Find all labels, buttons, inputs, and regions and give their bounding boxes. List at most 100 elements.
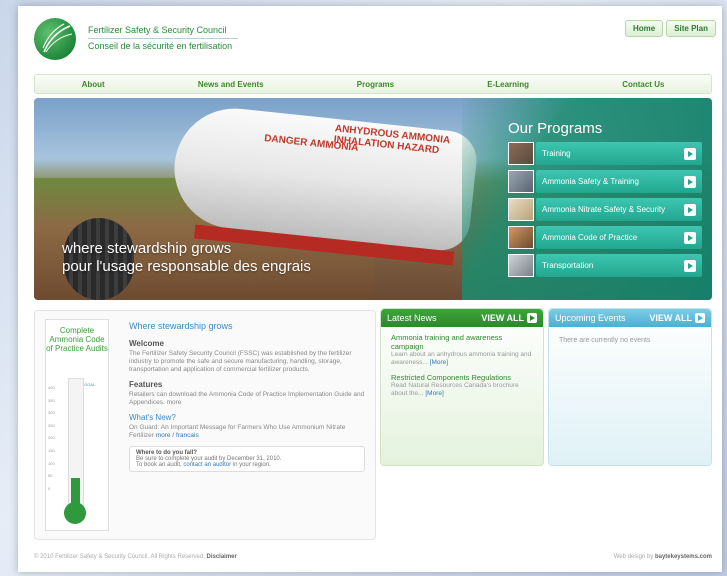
program-ammonia-safety-button[interactable]: Ammonia Safety & Training xyxy=(536,170,702,193)
arrow-right-icon xyxy=(684,231,696,244)
welcome-panel: Complete Ammonia Code of Practice Audits… xyxy=(34,310,376,540)
program-training-button[interactable]: Training xyxy=(536,142,702,165)
features-more-link[interactable]: more xyxy=(167,399,182,406)
worker-photo xyxy=(508,226,534,249)
news-view-all-button[interactable]: VIEW ALL xyxy=(481,313,537,323)
tick-label: 200 xyxy=(48,435,55,441)
news-more-link[interactable]: [More] xyxy=(425,390,443,397)
news-more-link[interactable]: [More] xyxy=(430,359,448,366)
welcome-heading: Where stewardship grows xyxy=(129,321,233,331)
tick-label: 400 xyxy=(48,385,55,390)
footer-right: Web design by baytekeystems.com xyxy=(614,554,712,560)
fssc-logo[interactable] xyxy=(34,18,76,60)
features-title: Features xyxy=(129,380,163,389)
arrow-right-icon xyxy=(695,313,705,323)
program-training[interactable]: Training xyxy=(508,142,702,165)
nav-item-about[interactable]: About xyxy=(82,80,105,89)
upcoming-events-panel: Upcoming Events VIEW ALL There are curre… xyxy=(548,308,712,466)
welcome-body: The Fertilizer Safety Security Council (… xyxy=(129,350,352,373)
welcome-title: Welcome xyxy=(129,339,164,348)
program-label: Training xyxy=(542,149,571,158)
events-view-all-button[interactable]: VIEW ALL xyxy=(649,313,705,323)
program-transportation[interactable]: Transportation xyxy=(508,254,702,277)
main-nav: About News and Events Programs E-Learnin… xyxy=(34,74,712,94)
page: Fertilizer Safety & Security Council Con… xyxy=(18,6,722,572)
view-all-label: VIEW ALL xyxy=(481,313,524,323)
nav-item-programs[interactable]: Programs xyxy=(357,80,394,89)
news-item-title[interactable]: Ammonia training and awareness campaign xyxy=(391,333,533,351)
home-button[interactable]: Home xyxy=(624,20,664,37)
ammonia-truck-photo xyxy=(508,170,534,193)
brand-name-en: Fertilizer Safety & Security Council xyxy=(88,25,227,35)
whats-new-body: On Guard: An Important Message for Farme… xyxy=(129,424,365,440)
footer-left: © 2010 Fertilizer Safety & Security Coun… xyxy=(34,554,237,560)
news-item-text: Read Natural Resources Canada's brochure… xyxy=(391,382,533,398)
arrow-right-icon xyxy=(684,175,696,188)
tick-label: 300 xyxy=(48,410,55,416)
contact-auditor-link[interactable]: contact an auditor xyxy=(183,462,231,468)
news-item-summary: Read Natural Resources Canada's brochure… xyxy=(391,382,519,397)
program-ammonia-safety[interactable]: Ammonia Safety & Training xyxy=(508,170,702,193)
nitrate-bags-photo xyxy=(508,198,534,221)
brand-name-fr: Conseil de la sécurité en fertilisation xyxy=(88,38,238,52)
programs-title: Our Programs xyxy=(508,120,603,137)
tick-label: 50 xyxy=(48,473,53,479)
top-links: Home Site Plan xyxy=(624,20,716,37)
program-transportation-button[interactable]: Transportation xyxy=(536,254,702,277)
tick-label: 250 xyxy=(48,422,55,428)
arrow-right-icon xyxy=(684,147,696,160)
thermometer-label: Complete Ammonia Code of Practice Audits xyxy=(46,326,108,353)
tick-label: 150 xyxy=(48,447,55,453)
nav-item-contact-us[interactable]: Contact Us xyxy=(622,80,664,89)
designer-link[interactable]: baytekeystems.com xyxy=(655,554,712,560)
upcoming-events-title: Upcoming Events xyxy=(555,313,626,323)
program-code-of-practice[interactable]: Ammonia Code of Practice xyxy=(508,226,702,249)
latest-news-title: Latest News xyxy=(387,313,437,323)
latest-news-header: Latest News VIEW ALL xyxy=(381,309,543,327)
nav-item-e-learning[interactable]: E-Learning xyxy=(487,80,529,89)
program-code-of-practice-button[interactable]: Ammonia Code of Practice xyxy=(536,226,702,249)
program-label: Ammonia Code of Practice xyxy=(542,233,638,242)
programs-list: Training Ammonia Safety & Training Ammon… xyxy=(508,142,702,282)
tick-label: 350 xyxy=(48,397,55,403)
thermometer-bulb xyxy=(64,502,86,524)
news-item-text: Learn about an anhydrous ammonia trainin… xyxy=(391,351,533,367)
features-text: Retailers can download the Ammonia Code … xyxy=(129,391,365,406)
no-events-message: There are currently no events xyxy=(559,337,651,344)
view-all-label: VIEW ALL xyxy=(649,313,692,323)
tick-label: 100 xyxy=(48,460,55,466)
audit-thermometer: Complete Ammonia Code of Practice Audits… xyxy=(45,319,109,531)
truck-photo xyxy=(508,254,534,277)
thermometer-ticks: 400 350 300 250 200 150 100 50 0 xyxy=(48,382,55,495)
arrow-right-icon xyxy=(684,259,696,272)
upcoming-events-header: Upcoming Events VIEW ALL xyxy=(549,309,711,327)
goal-label: GOAL xyxy=(84,382,96,387)
design-credit-text: Web design by xyxy=(613,554,654,560)
copyright-text: © 2010 Fertilizer Safety & Security Coun… xyxy=(34,554,205,560)
whats-new-link[interactable]: more / francais xyxy=(156,432,199,439)
whats-new-title: What's New? xyxy=(129,413,176,422)
program-label: Transportation xyxy=(542,261,594,270)
hero-tagline-en: where stewardship grows xyxy=(62,240,232,257)
arrow-right-icon xyxy=(527,313,537,323)
footer: © 2010 Fertilizer Safety & Security Coun… xyxy=(34,554,712,560)
news-item: Ammonia training and awareness campaign … xyxy=(381,327,543,367)
disclaimer-link[interactable]: Disclaimer xyxy=(207,554,237,560)
latest-news-panel: Latest News VIEW ALL Ammonia training an… xyxy=(380,308,544,466)
hero-tagline-fr: pour l'usage responsable des engrais xyxy=(62,258,311,275)
program-ammonia-nitrate[interactable]: Ammonia Nitrate Safety & Security xyxy=(508,198,702,221)
audit-reminder-box: Where to do you fall? Be sure to complet… xyxy=(129,446,365,472)
program-ammonia-nitrate-button[interactable]: Ammonia Nitrate Safety & Security xyxy=(536,198,702,221)
program-label: Ammonia Nitrate Safety & Security xyxy=(542,205,666,214)
news-item-title[interactable]: Restricted Components Regulations xyxy=(391,373,533,382)
hero-banner: DANGER AMMONIA ANHYDROUS AMMONIA INHALAT… xyxy=(34,98,712,300)
brand[interactable]: Fertilizer Safety & Security Council Con… xyxy=(88,24,238,52)
news-item: Restricted Components Regulations Read N… xyxy=(381,367,543,398)
arrow-right-icon xyxy=(684,203,696,216)
nav-item-news-events[interactable]: News and Events xyxy=(198,80,264,89)
features-body: Retailers can download the Ammonia Code … xyxy=(129,391,365,407)
training-photo xyxy=(508,142,534,165)
tick-label: 0 xyxy=(48,485,51,491)
program-label: Ammonia Safety & Training xyxy=(542,177,639,186)
site-plan-button[interactable]: Site Plan xyxy=(666,20,716,37)
